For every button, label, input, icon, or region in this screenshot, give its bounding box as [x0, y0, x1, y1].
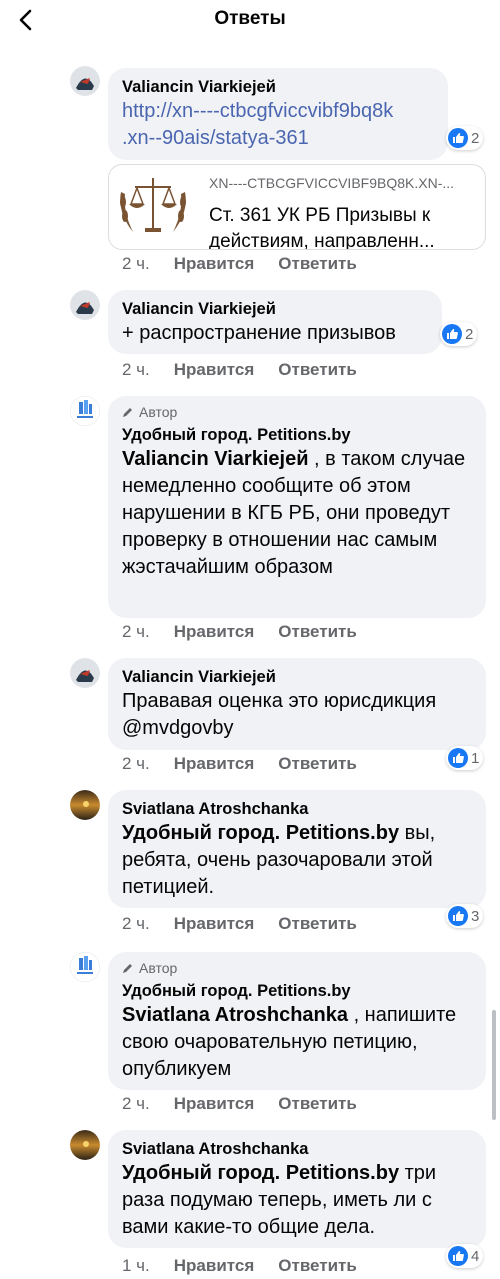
comment-text: + распространение призывов	[122, 322, 396, 344]
like-button[interactable]: Нравится	[174, 1094, 255, 1114]
reaction-count-value: 1	[471, 749, 480, 767]
author-badge: Автор	[122, 404, 472, 420]
reaction-count-value: 3	[471, 907, 480, 925]
comment-time: 2 ч.	[122, 622, 150, 641]
comment-actions: 1 ч. Нравится Ответить	[122, 1256, 357, 1276]
reaction-count-value: 2	[465, 325, 474, 343]
thumbs-up-icon	[448, 128, 468, 148]
comment-time: 2 ч.	[122, 254, 150, 273]
reply-button[interactable]: Ответить	[278, 360, 357, 380]
like-button[interactable]: Нравится	[174, 754, 255, 774]
reaction-count[interactable]: 3	[446, 904, 484, 928]
comment-author[interactable]: Удобный город. Petitions.by	[122, 980, 472, 1002]
preview-domain: XN----CTBCGFVICCVIBF9BQ8K.XN-...	[209, 175, 455, 191]
comment-author[interactable]: Удобный город. Petitions.by	[122, 424, 472, 446]
comment-author[interactable]: Valiancin Viarkiejeй	[122, 298, 428, 320]
reaction-count-value: 2	[471, 129, 480, 147]
comment-actions: 2 ч. Нравится Ответить	[122, 1094, 357, 1114]
reply-button[interactable]: Ответить	[278, 254, 357, 274]
scrollbar[interactable]	[492, 1010, 496, 1120]
comment-author[interactable]: Valiancin Viarkiejeй	[122, 76, 434, 98]
avatar[interactable]	[70, 790, 100, 820]
scales-emblem-icon	[120, 178, 186, 232]
comment-text: Прававая оценка это юрисдикция @mvdgovby	[122, 690, 437, 739]
comment-actions: 2 ч. Нравится Ответить	[122, 914, 357, 934]
preview-thumbnail	[109, 165, 197, 249]
comment-text: Valiancin Viarkiejeй , в таком случае не…	[122, 446, 472, 581]
comment-time: 2 ч.	[122, 754, 150, 773]
reaction-count[interactable]: 2	[440, 322, 478, 346]
comment-bubble[interactable]: Valiancin Viarkiejeй + распространение п…	[108, 290, 442, 354]
pencil-icon	[123, 964, 132, 973]
like-button[interactable]: Нравится	[174, 254, 255, 274]
like-button[interactable]: Нравится	[174, 622, 255, 642]
comment-actions: 2 ч. Нравится Ответить	[122, 622, 357, 642]
preview-title: Ст. 361 УК РБ Призывы к действиям, напра…	[209, 205, 435, 250]
author-badge-label: Автор	[139, 960, 178, 976]
pencil-icon	[123, 408, 132, 417]
reaction-count-value: 4	[471, 1247, 480, 1265]
comment-text: Удобный город. Petitions.by три раза под…	[122, 1160, 472, 1241]
comment-actions: 2 ч. Нравится Ответить	[122, 254, 357, 274]
comment-actions: 2 ч. Нравится Ответить	[122, 754, 357, 774]
comment-actions: 2 ч. Нравится Ответить	[122, 360, 357, 380]
like-button[interactable]: Нравится	[174, 360, 255, 380]
comment-link[interactable]: http://xn----ctbcgfviccvibf9bq8k .xn--90…	[122, 98, 434, 152]
reaction-count[interactable]: 1	[446, 746, 484, 770]
comment-author[interactable]: Valiancin Viarkiejeй	[122, 666, 472, 688]
avatar[interactable]	[70, 952, 100, 982]
thumbs-up-icon	[448, 1246, 468, 1266]
avatar[interactable]	[70, 1130, 100, 1160]
reply-button[interactable]: Ответить	[278, 914, 357, 934]
avatar[interactable]	[70, 658, 100, 688]
thumbs-up-icon	[448, 748, 468, 768]
comment-link-line: http://xn----ctbcgfviccvibf9bq8k	[122, 100, 394, 122]
comment-bubble[interactable]: Автор Удобный город. Petitions.by Valian…	[108, 396, 486, 618]
mention[interactable]: Удобный город. Petitions.by	[122, 822, 399, 844]
comment-bubble[interactable]: Valiancin Viarkiejeй Прававая оценка это…	[108, 658, 486, 750]
link-preview-card[interactable]: XN----CTBCGFVICCVIBF9BQ8K.XN-... Ст. 361…	[108, 164, 486, 250]
replies-feed[interactable]: Valiancin Viarkiejeй http://xn----ctbcgf…	[0, 0, 500, 1279]
reaction-count[interactable]: 2	[446, 126, 484, 150]
like-button[interactable]: Нравится	[174, 914, 255, 934]
comment-link-line: .xn--90ais/statya-361	[122, 127, 309, 149]
mention[interactable]: Valiancin Viarkiejeй	[122, 448, 308, 470]
mention[interactable]: Sviatlana Atroshchanka	[122, 1004, 348, 1026]
comment-time: 2 ч.	[122, 914, 150, 933]
reply-button[interactable]: Ответить	[278, 754, 357, 774]
top-bar: Ответы	[0, 0, 500, 44]
reply-button[interactable]: Ответить	[278, 1256, 357, 1276]
mention[interactable]: Удобный город. Petitions.by	[122, 1162, 399, 1184]
comment-bubble[interactable]: Sviatlana Atroshchanka Удобный город. Pe…	[108, 1130, 486, 1248]
reply-button[interactable]: Ответить	[278, 1094, 357, 1114]
comment-author[interactable]: Sviatlana Atroshchanka	[122, 1138, 472, 1160]
avatar[interactable]	[70, 396, 100, 426]
comment-time: 1 ч.	[122, 1256, 150, 1275]
thumbs-up-icon	[448, 906, 468, 926]
like-button[interactable]: Нравится	[174, 1256, 255, 1276]
comment-bubble[interactable]: Valiancin Viarkiejeй http://xn----ctbcgf…	[108, 68, 448, 160]
reply-button[interactable]: Ответить	[278, 622, 357, 642]
author-badge: Автор	[122, 960, 472, 976]
comment-text: Sviatlana Atroshchanka , напишите свою о…	[122, 1002, 472, 1083]
avatar[interactable]	[70, 66, 100, 96]
comment-time: 2 ч.	[122, 360, 150, 379]
avatar[interactable]	[70, 290, 100, 320]
comment-time: 2 ч.	[122, 1094, 150, 1113]
comment-author[interactable]: Sviatlana Atroshchanka	[122, 798, 472, 820]
page-title: Ответы	[214, 8, 286, 29]
reaction-count[interactable]: 4	[446, 1244, 484, 1268]
comment-text: Удобный город. Petitions.by вы, ребята, …	[122, 820, 472, 901]
thumbs-up-icon	[442, 324, 462, 344]
comment-bubble[interactable]: Автор Удобный город. Petitions.by Sviatl…	[108, 952, 486, 1090]
author-badge-label: Автор	[139, 404, 178, 420]
comment-bubble[interactable]: Sviatlana Atroshchanka Удобный город. Pe…	[108, 790, 486, 908]
